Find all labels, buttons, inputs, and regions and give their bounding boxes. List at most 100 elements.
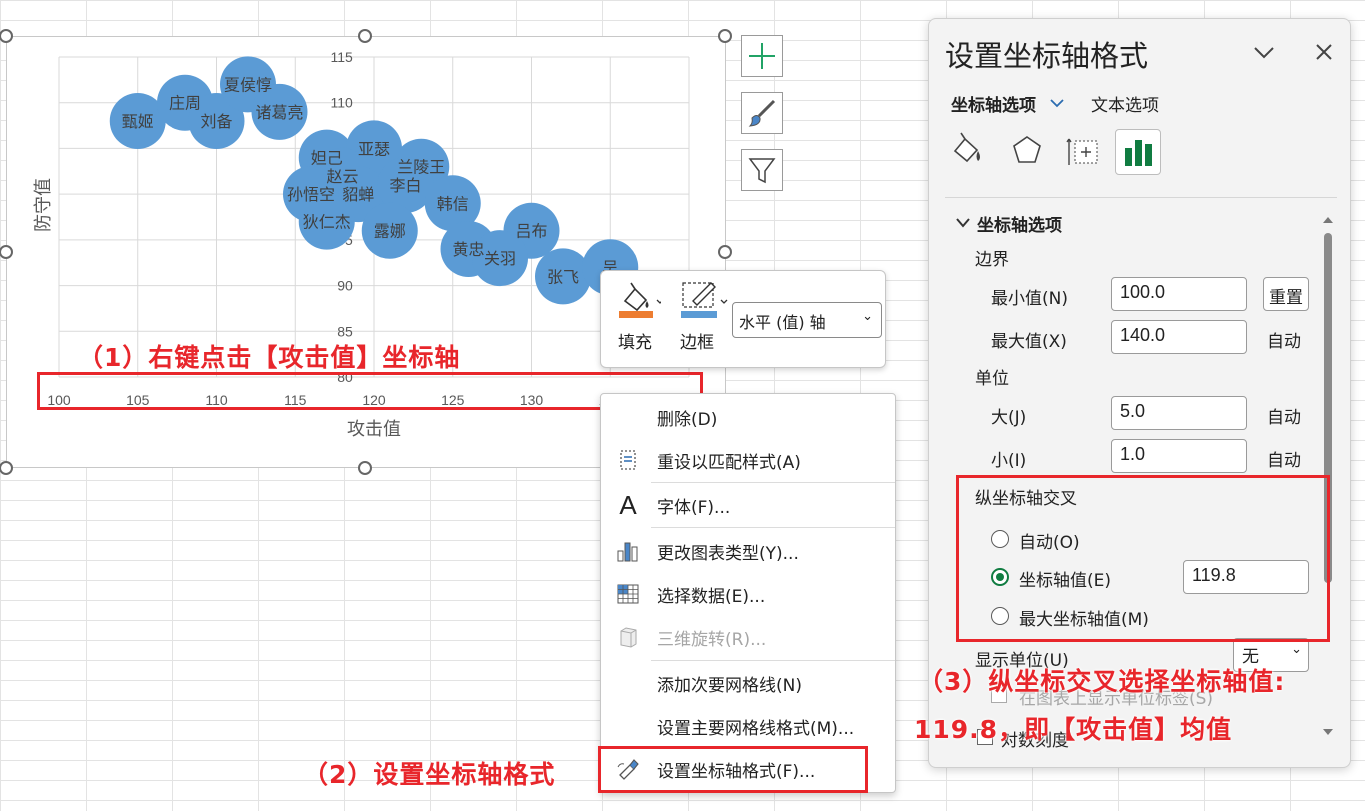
menu-item-label: 选择数据(E)... <box>657 586 766 607</box>
major-unit-input[interactable]: 5.0 <box>1111 396 1247 430</box>
chart-elements-button[interactable] <box>741 35 783 77</box>
chart-type-icon <box>601 539 655 563</box>
fill-line-tab-icon[interactable] <box>949 131 989 171</box>
data-label: 黄忠 <box>452 240 484 259</box>
fill-button[interactable] <box>617 279 664 321</box>
resize-handle[interactable] <box>718 29 732 43</box>
units-label: 单位 <box>975 369 1009 389</box>
reset-style-icon <box>601 449 655 471</box>
fill-label: 填充 <box>618 333 652 353</box>
max-bound-input[interactable]: 140.0 <box>1111 320 1247 354</box>
minor-auto-button[interactable]: 自动 <box>1267 446 1301 471</box>
annotation-step3-line1: （3）纵坐标交叉选择坐标轴值: <box>918 667 1286 696</box>
rotate-3d-icon <box>601 625 655 649</box>
min-bound-input[interactable]: 100.0 <box>1111 277 1247 311</box>
size-properties-icon[interactable] <box>1065 131 1105 171</box>
format-axis-highlight-box <box>598 746 868 793</box>
menu-item-delete[interactable]: 删除(D) <box>601 396 895 438</box>
menu-item-label: 添加次要网格线(N) <box>657 675 802 696</box>
border-button[interactable] <box>679 279 731 321</box>
menu-item-label: 字体(F)... <box>657 497 731 518</box>
data-label: 张飞 <box>547 267 579 286</box>
paint-bucket-icon <box>619 282 664 318</box>
border-label: 边框 <box>680 333 714 353</box>
plus-icon <box>749 43 775 69</box>
data-label: 狄仁杰 <box>303 213 351 232</box>
close-icon[interactable] <box>1309 37 1339 67</box>
data-label: 兰陵王 <box>397 158 445 177</box>
menu-item-add-minor-gridlines[interactable]: 添加次要网格线(N) <box>601 662 895 704</box>
data-label: 韩信 <box>437 194 469 213</box>
resize-handle[interactable] <box>358 461 372 475</box>
data-label: 甄姬 <box>122 112 154 131</box>
annotation-step1: （1）右键点击【攻击值】坐标轴 <box>78 343 461 372</box>
bounds-label: 边界 <box>975 250 1009 270</box>
chart-element-select-value: 水平 (值) 轴 <box>739 313 826 332</box>
menu-item-font[interactable]: A 字体(F)... <box>601 484 895 526</box>
data-label: 亚瑟 <box>358 139 390 158</box>
y-tick-label: 85 <box>337 323 353 339</box>
pane-options-chevron-icon[interactable] <box>1249 37 1279 67</box>
section-axis-options[interactable]: 坐标轴选项 <box>977 211 1062 236</box>
data-label: 刘备 <box>200 112 232 131</box>
menu-item-change-chart-type[interactable]: 更改图表类型(Y)... <box>601 530 895 572</box>
major-unit-label: 大(J) <box>991 408 1027 428</box>
menu-item-3d-rotation: 三维旋转(R)... <box>601 616 895 658</box>
menu-item-select-data[interactable]: 选择数据(E)... <box>601 573 895 615</box>
reset-button[interactable]: 重置 <box>1263 277 1309 311</box>
font-icon: A <box>619 489 637 520</box>
chevron-down-icon[interactable] <box>1049 95 1065 111</box>
border-pen-icon <box>681 282 728 318</box>
scroll-down-arrow-icon[interactable] <box>1322 723 1334 735</box>
funnel-icon <box>748 158 776 184</box>
chart-element-select[interactable]: 水平 (值) 轴 ⌄ <box>732 302 882 338</box>
pane-title: 设置坐标轴格式 <box>945 39 1149 73</box>
y-tick-label: 115 <box>331 49 354 65</box>
data-label: 关羽 <box>484 249 516 268</box>
data-label: 妲己 <box>311 149 343 168</box>
chart-filters-button[interactable] <box>741 149 783 191</box>
minor-unit-label: 小(I) <box>991 451 1027 471</box>
annotation-step2: （2）设置坐标轴格式 <box>303 760 556 789</box>
format-axis-pane: 设置坐标轴格式 坐标轴选项 文本选项 坐标轴选项 边界 最小值(N) 100.0… <box>928 18 1351 768</box>
data-label: 夏侯惇 <box>224 75 272 94</box>
tab-text-options[interactable]: 文本选项 <box>1091 91 1159 116</box>
min-label: 最小值(N) <box>991 289 1068 309</box>
data-label: 庄周 <box>169 94 201 113</box>
menu-item-reset-style[interactable]: 重设以匹配样式(A) <box>601 439 895 481</box>
mini-toolbar: 填充 边框 水平 (值) 轴 ⌄ <box>600 270 886 368</box>
minor-unit-input[interactable]: 1.0 <box>1111 439 1247 473</box>
axis-options-tab-icon[interactable] <box>1115 129 1161 175</box>
scroll-up-arrow-icon[interactable] <box>1322 211 1334 223</box>
data-label: 吕布 <box>515 222 547 241</box>
resize-handle[interactable] <box>718 245 732 259</box>
y-tick-label: 110 <box>331 95 354 111</box>
menu-item-format-major-gridlines[interactable]: 设置主要网格线格式(M)... <box>601 705 895 747</box>
tab-axis-options[interactable]: 坐标轴选项 <box>951 91 1036 116</box>
context-menu: 删除(D) 重设以匹配样式(A) A 字体(F)... 更改图表类型(Y)...… <box>600 393 896 793</box>
effects-pentagon-icon[interactable] <box>1007 131 1047 171</box>
y-tick-label: 90 <box>337 278 353 294</box>
data-label: 露娜 <box>374 222 406 241</box>
select-data-icon <box>601 582 655 606</box>
y-axis-title: 防守值 <box>33 178 54 232</box>
max-auto-button[interactable]: 自动 <box>1267 327 1301 352</box>
menu-item-label: 重设以匹配样式(A) <box>657 452 801 473</box>
chart-styles-button[interactable] <box>741 92 783 134</box>
chevron-down-icon: ⌄ <box>862 309 873 324</box>
collapse-chevron-icon[interactable] <box>955 215 971 231</box>
x-axis-title: 攻击值 <box>347 419 401 440</box>
resize-handle[interactable] <box>0 461 13 475</box>
data-label: 孙悟空 <box>287 185 335 204</box>
data-label: 诸葛亮 <box>255 103 303 122</box>
data-label: 貂蝉 <box>342 185 374 204</box>
menu-item-label: 更改图表类型(Y)... <box>657 543 799 564</box>
data-label: 李白 <box>389 176 421 195</box>
major-auto-button[interactable]: 自动 <box>1267 403 1301 428</box>
chevron-down-icon: ⌄ <box>1291 642 1302 657</box>
menu-item-label: 设置主要网格线格式(M)... <box>657 718 855 739</box>
crosses-highlight-box <box>956 475 1330 642</box>
annotation-step3-line2: 119.8，即【攻击值】均值 <box>914 715 1233 744</box>
menu-item-label: 三维旋转(R)... <box>657 629 767 650</box>
resize-handle[interactable] <box>358 29 372 43</box>
